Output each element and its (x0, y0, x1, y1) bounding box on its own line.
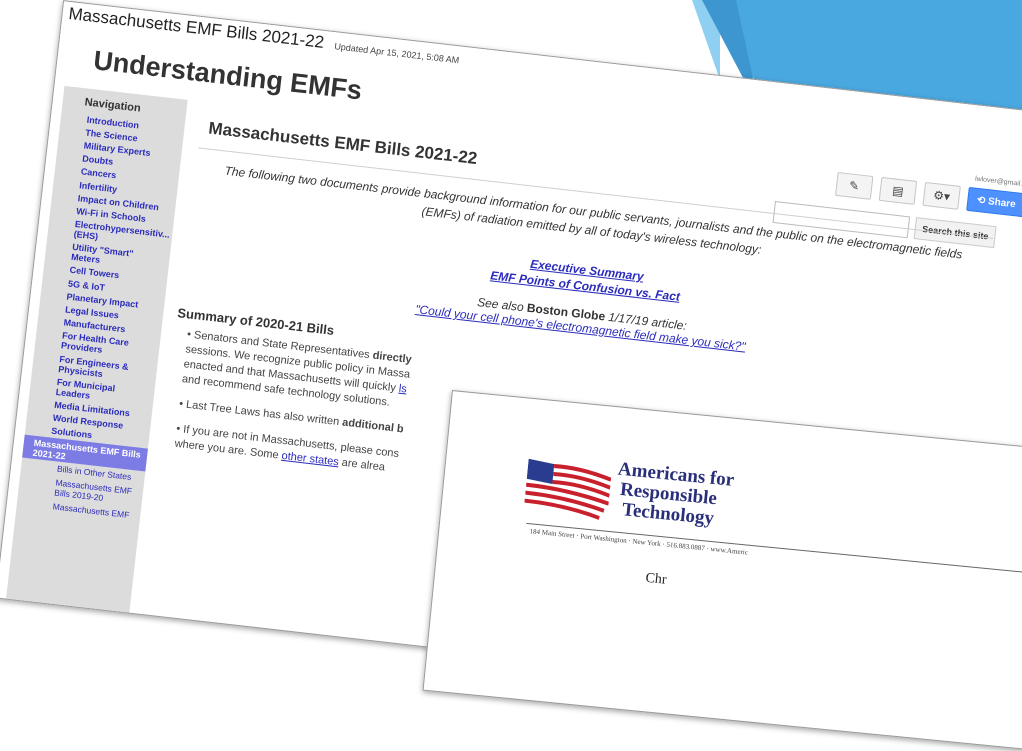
updated-timestamp: Updated Apr 15, 2021, 5:08 AM (333, 41, 460, 66)
bullet1-text-b: directly (371, 349, 413, 366)
breadcrumb-title: Massachusetts EMF Bills 2021-22 (67, 3, 326, 52)
sidebar-navigation: Navigation Introduction The Science Mili… (5, 85, 188, 617)
bullet3-text-c: are alrea (341, 456, 386, 474)
bullet2-text-b: additional b (341, 416, 405, 436)
organization-name: Americans for Responsible Technology (613, 459, 735, 531)
share-icon: ⟲ (976, 194, 986, 207)
letterhead-document: Americans for Responsible Technology 184… (422, 390, 1022, 751)
bullet1-link[interactable]: ls (398, 383, 407, 396)
letter-body-text: Chr (644, 570, 668, 588)
bullet2-text-a: Last Tree Laws has also written (185, 398, 340, 429)
other-states-link[interactable]: other states (281, 450, 339, 468)
letterhead-rule (526, 522, 1022, 575)
deco-light-stripe (692, 0, 720, 80)
us-flag-logo (524, 458, 612, 520)
